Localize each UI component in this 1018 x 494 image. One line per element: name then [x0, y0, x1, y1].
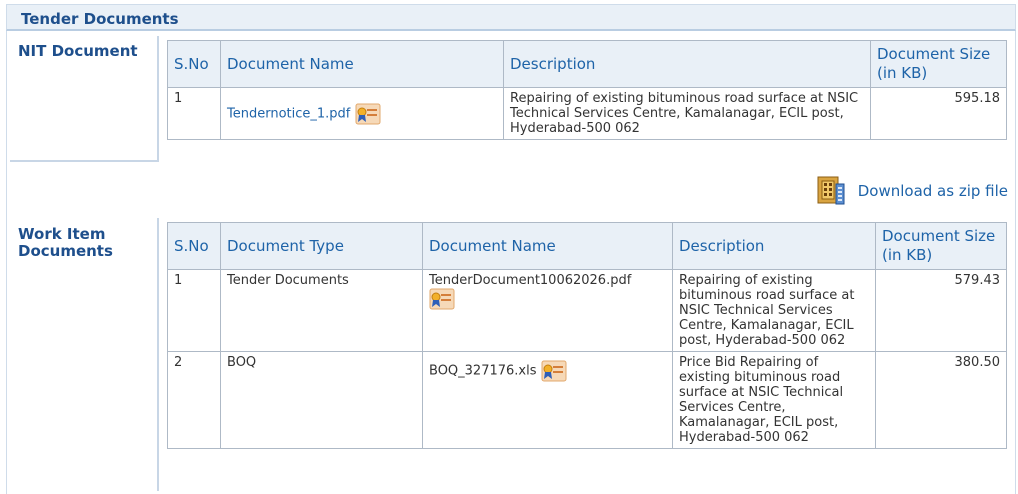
col-description: Description: [503, 40, 871, 88]
table-row: 1 Tendernotice_1.pdf Repairing of existi…: [167, 87, 1007, 140]
nit-bottom-divider: [10, 160, 159, 162]
work-items-label-text: Work Item Documents: [18, 225, 113, 260]
work-item-documents-table: S.No Document Type Document Name Descrip…: [167, 222, 1007, 449]
digital-certificate-icon[interactable]: [355, 103, 381, 125]
download-zip-link[interactable]: Download as zip file: [814, 174, 1008, 208]
table-header-row: S.No Document Type Document Name Descrip…: [167, 222, 1007, 270]
cell-description: Price Bid Repairing of existing bitumino…: [672, 351, 876, 449]
cell-size: 380.50: [875, 351, 1007, 449]
table-row: 1 Tender Documents TenderDocument1006202…: [167, 269, 1007, 352]
col-document-size: Document Size (in KB): [870, 40, 1007, 88]
cell-sno: 1: [167, 269, 221, 352]
cell-description: Repairing of existing bituminous road su…: [672, 269, 876, 352]
cell-size: 579.43: [875, 269, 1007, 352]
nit-documents-table: S.No Document Name Description Document …: [167, 40, 1007, 140]
table-header-row: S.No Document Name Description Document …: [167, 40, 1007, 88]
work-items-section-label: Work Item Documents: [18, 226, 128, 260]
cell-sno: 1: [167, 87, 221, 140]
table-row: 2 BOQ BOQ_327176.xls Price Bid Repairing…: [167, 351, 1007, 449]
cell-size: 595.18: [870, 87, 1007, 140]
digital-certificate-icon[interactable]: [541, 360, 567, 382]
col-description: Description: [672, 222, 876, 270]
col-sno: S.No: [167, 222, 221, 270]
cell-document-name: TenderDocument10062026.pdf: [422, 269, 673, 352]
cell-description: Repairing of existing bituminous road su…: [503, 87, 871, 140]
col-sno: S.No: [167, 40, 221, 88]
col-document-name: Document Name: [220, 40, 504, 88]
document-link[interactable]: Tendernotice_1.pdf: [227, 106, 350, 121]
col-document-type: Document Type: [220, 222, 423, 270]
col-document-size: Document Size (in KB): [875, 222, 1007, 270]
work-items-divider: [157, 218, 159, 491]
cell-sno: 2: [167, 351, 221, 449]
cell-document-type: BOQ: [220, 351, 423, 449]
zip-archive-icon: [817, 176, 845, 205]
nit-section-label: NIT Document: [18, 42, 138, 60]
panel-title: Tender Documents: [21, 10, 179, 28]
document-link[interactable]: BOQ_327176.xls: [429, 364, 537, 379]
panel-header: Tender Documents: [6, 4, 1016, 31]
col-document-name: Document Name: [422, 222, 673, 270]
document-link[interactable]: TenderDocument10062026.pdf: [429, 273, 631, 288]
cell-document-name: Tendernotice_1.pdf: [220, 87, 504, 140]
nit-divider: [157, 36, 159, 162]
digital-certificate-icon[interactable]: [429, 288, 455, 310]
cell-document-type: Tender Documents: [220, 269, 423, 352]
download-zip-label[interactable]: Download as zip file: [858, 182, 1008, 200]
cell-document-name: BOQ_327176.xls: [422, 351, 673, 449]
